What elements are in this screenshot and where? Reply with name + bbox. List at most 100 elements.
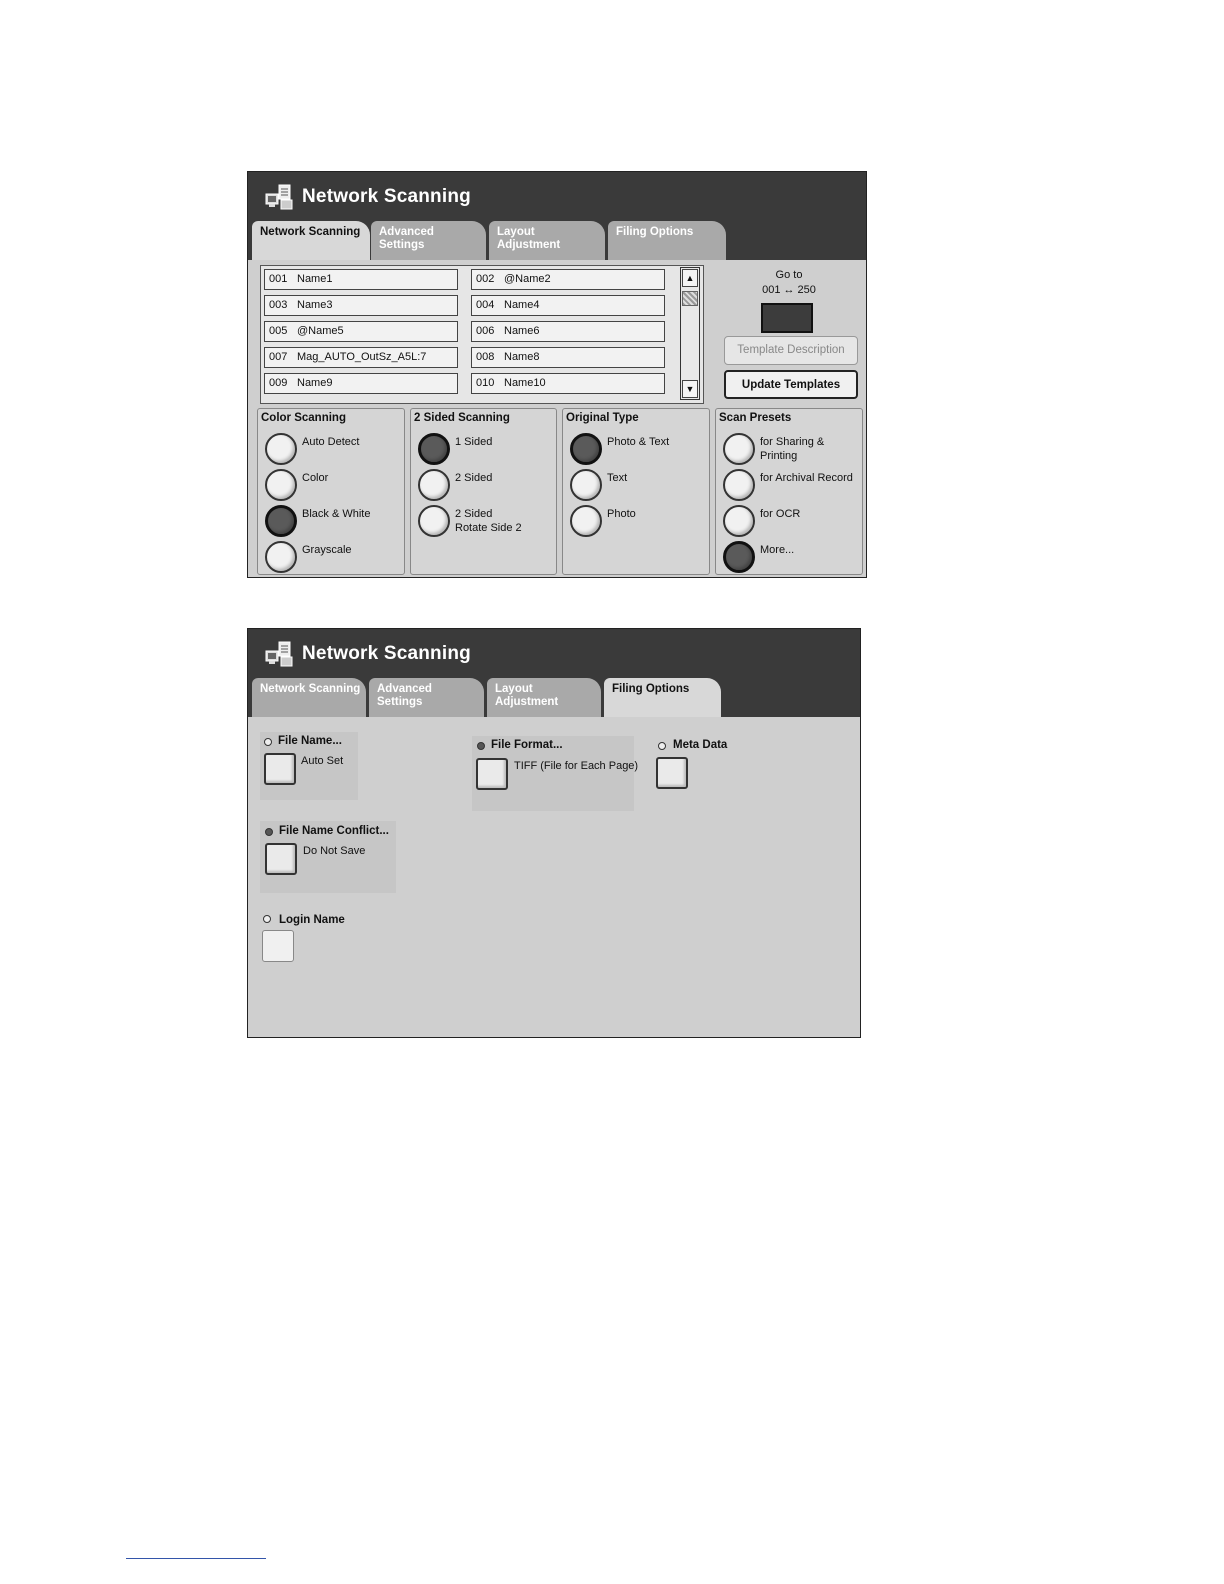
radio-label: for Archival Record	[760, 472, 853, 484]
template-item[interactable]: 008 Name8	[471, 347, 665, 368]
template-name: Name4	[504, 299, 540, 311]
scan-presets-group: Scan Presets for Sharing & Printing for …	[715, 408, 863, 575]
file-name-button[interactable]	[264, 753, 296, 785]
file-format-title: File Format...	[491, 739, 563, 751]
radio-text[interactable]	[570, 469, 602, 501]
radio-label: More...	[760, 544, 795, 556]
scroll-down-button[interactable]: ▼	[682, 380, 698, 398]
file-name-title: File Name...	[278, 735, 342, 747]
color-scanning-group: Color Scanning Auto Detect Color Black &…	[257, 408, 405, 575]
radio-grayscale[interactable]	[265, 541, 297, 573]
template-number: 007	[269, 351, 288, 363]
template-name: Name10	[504, 377, 546, 389]
radio-2-sided[interactable]	[418, 469, 450, 501]
tab-advanced-settings[interactable]: Advanced Settings	[369, 678, 484, 717]
template-number: 009	[269, 377, 288, 389]
scroll-up-button[interactable]: ▲	[682, 269, 698, 287]
tab-filing-options[interactable]: Filing Options	[608, 221, 726, 260]
radio-auto-detect[interactable]	[265, 433, 297, 465]
radio-label: Photo	[607, 508, 636, 520]
login-name-title: Login Name	[279, 914, 345, 926]
radio-archival-record[interactable]	[723, 469, 755, 501]
group-title: Original Type	[566, 412, 639, 424]
radio-more[interactable]	[723, 541, 755, 573]
template-number: 003	[269, 299, 288, 311]
radio-label: for Sharing & Printing	[760, 436, 825, 462]
template-description-button[interactable]: Template Description	[724, 336, 858, 365]
template-number: 002	[476, 273, 495, 285]
radio-color[interactable]	[265, 469, 297, 501]
login-name-indicator	[263, 915, 271, 923]
tab-label: Advanced Settings	[377, 683, 432, 708]
template-number: 004	[476, 299, 495, 311]
template-name: Name9	[297, 377, 333, 389]
template-item[interactable]: 006 Name6	[471, 321, 665, 342]
tab-network-scanning[interactable]: Network Scanning	[252, 221, 370, 260]
file-name-conflict-button[interactable]	[265, 843, 297, 875]
template-name: Name3	[297, 299, 333, 311]
file-name-indicator	[264, 738, 272, 746]
template-item[interactable]: 005 @Name5	[264, 321, 458, 342]
template-item[interactable]: 001 Name1	[264, 269, 458, 290]
radio-ocr[interactable]	[723, 505, 755, 537]
group-title: Scan Presets	[719, 412, 792, 424]
meta-data-button[interactable]	[656, 757, 688, 789]
template-number: 001	[269, 273, 288, 285]
template-item[interactable]: 007 Mag_AUTO_OutSz_A5L:7	[264, 347, 458, 368]
template-name: Name8	[504, 351, 540, 363]
app-title: Network Scanning	[302, 186, 471, 207]
tab-filing-options[interactable]: Filing Options	[604, 678, 721, 717]
update-templates-button[interactable]: Update Templates	[724, 370, 858, 399]
template-item[interactable]: 010 Name10	[471, 373, 665, 394]
radio-black-white[interactable]	[265, 505, 297, 537]
radio-1-sided[interactable]	[418, 433, 450, 465]
network-scanning-icon	[265, 641, 293, 667]
template-item[interactable]: 002 @Name2	[471, 269, 665, 290]
radio-label: 1 Sided	[455, 436, 493, 448]
radio-2-sided-rotate[interactable]	[418, 505, 450, 537]
goto-range: 001 ↔ 250	[762, 284, 816, 296]
template-item[interactable]: 003 Name3	[264, 295, 458, 316]
template-number: 006	[476, 325, 495, 337]
radio-label: Photo & Text	[607, 436, 670, 448]
file-name-conflict-value: Do Not Save	[303, 845, 366, 857]
template-item[interactable]: 004 Name4	[471, 295, 665, 316]
radio-photo[interactable]	[570, 505, 602, 537]
tab-layout-adjustment[interactable]: Layout Adjustment	[487, 678, 601, 717]
radio-label: 2 Sided	[455, 472, 493, 484]
file-format-value: TIFF (File for Each Page)	[514, 760, 639, 772]
title-bar: Network Scanning Network Scanning Advanc…	[248, 172, 866, 260]
radio-label: Black & White	[302, 508, 371, 520]
tab-advanced-settings[interactable]: Advanced Settings	[371, 221, 486, 260]
goto-label: Go to 001 ↔ 250	[726, 268, 852, 298]
two-sided-scanning-group: 2 Sided Scanning 1 Sided 2 Sided 2 Sided…	[410, 408, 557, 575]
radio-label: Text	[607, 472, 628, 484]
template-name: @Name2	[504, 273, 551, 285]
radio-photo-text[interactable]	[570, 433, 602, 465]
goto-number-input[interactable]	[761, 303, 813, 333]
tab-layout-adjustment[interactable]: Layout Adjustment	[489, 221, 605, 260]
radio-label: Color	[302, 472, 329, 484]
group-title: Color Scanning	[261, 412, 346, 424]
template-number: 010	[476, 377, 495, 389]
tab-label: Layout Adjustment	[497, 226, 561, 251]
original-type-group: Original Type Photo & Text Text Photo	[562, 408, 710, 575]
file-format-indicator	[477, 742, 485, 750]
file-format-button[interactable]	[476, 758, 508, 790]
radio-sharing-printing[interactable]	[723, 433, 755, 465]
template-name: Mag_AUTO_OutSz_A5L:7	[297, 351, 427, 363]
template-number: 008	[476, 351, 495, 363]
app-title: Network Scanning	[302, 643, 471, 664]
group-title: 2 Sided Scanning	[414, 412, 510, 424]
template-list-scrollbar[interactable]: ▲ ▼	[680, 267, 700, 400]
meta-data-title: Meta Data	[673, 739, 728, 751]
file-name-value: Auto Set	[301, 755, 344, 767]
radio-label: Grayscale	[302, 544, 352, 556]
tab-network-scanning[interactable]: Network Scanning	[252, 678, 366, 717]
title-bar: Network Scanning Network Scanning Advanc…	[248, 629, 860, 717]
network-scanning-screen: Network Scanning Network Scanning Advanc…	[247, 171, 867, 578]
radio-label: Auto Detect	[302, 436, 360, 448]
scroll-thumb[interactable]	[682, 291, 698, 306]
login-name-button[interactable]	[262, 930, 294, 962]
template-item[interactable]: 009 Name9	[264, 373, 458, 394]
